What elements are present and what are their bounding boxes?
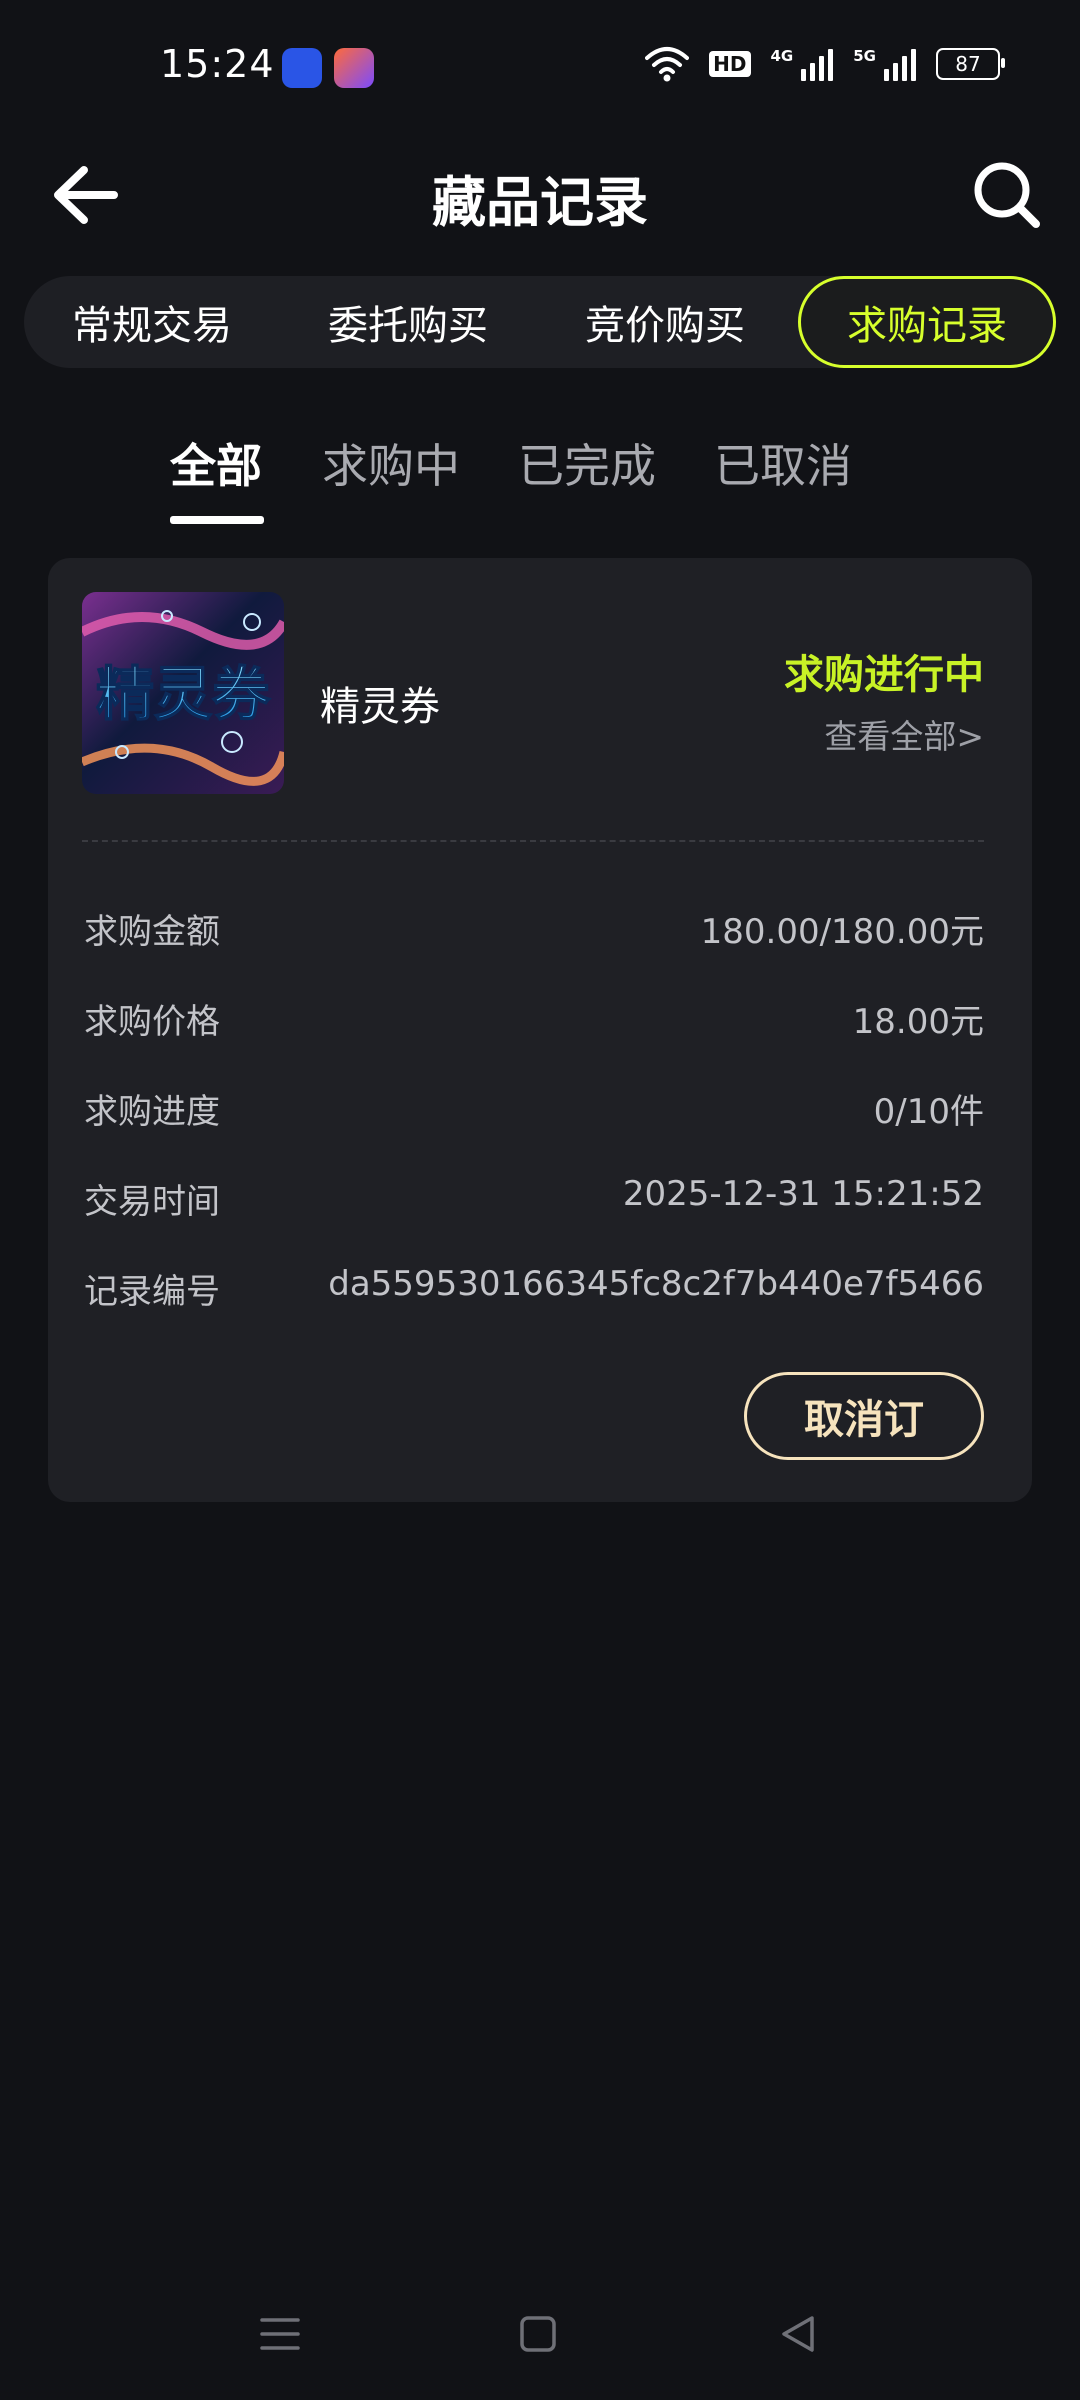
thumbnail-title-text: 精灵券: [96, 660, 271, 728]
page-title: 藏品记录: [432, 171, 648, 234]
field-value: 0/10件: [873, 1092, 984, 1132]
dashed-divider: [82, 840, 984, 842]
search-icon: [974, 162, 1040, 228]
header: 藏品记录: [0, 140, 1080, 250]
field-row-price: 求购价格 18.00元: [84, 994, 984, 1044]
field-row-record-id: 记录编号 da559530166345fc8c2f7b440e7f5466: [84, 1264, 984, 1314]
view-all-link[interactable]: 查看全部>: [824, 710, 984, 758]
field-label: 求购价格: [84, 1002, 220, 1042]
home-square-icon: [520, 2316, 556, 2352]
field-label: 求购进度: [84, 1092, 220, 1132]
signal-4g-icon: 4G: [771, 47, 834, 81]
menu-icon: [260, 2318, 300, 2350]
field-label: 记录编号: [84, 1272, 220, 1312]
signal-5g-icon: 5G: [853, 47, 916, 81]
subtab-completed[interactable]: 已完成: [518, 430, 656, 496]
status-icons: HD 4G 5G 87: [645, 46, 1005, 82]
sub-tabs: 全部 求购中 已完成 已取消: [0, 430, 1080, 530]
subtab-in-progress[interactable]: 求购中: [322, 430, 460, 496]
tab-regular-trade[interactable]: 常规交易: [24, 276, 280, 368]
field-value: 2025-12-31 15:21:52: [622, 1174, 984, 1214]
field-value: 18.00元: [852, 1002, 984, 1042]
status-badge: 求购进行中: [784, 652, 984, 698]
field-value: 180.00/180.00元: [700, 912, 984, 952]
field-row-amount: 求购金额 180.00/180.00元: [84, 904, 984, 954]
field-value: da559530166345fc8c2f7b440e7f5466: [328, 1264, 984, 1304]
shortcut-app-icon: [334, 48, 374, 88]
tab-entrusted-purchase[interactable]: 委托购买: [280, 276, 536, 368]
main-tabs: 常规交易 委托购买 竞价购买 求购记录: [24, 276, 1056, 368]
subtab-cancelled[interactable]: 已取消: [714, 430, 852, 496]
hd-icon: HD: [709, 51, 751, 77]
battery-level: 87: [955, 52, 981, 76]
field-row-progress: 求购进度 0/10件: [84, 1084, 984, 1134]
nav-home-button[interactable]: [508, 2304, 568, 2364]
purchase-record-card[interactable]: 精灵券 精灵券 求购进行中 查看全部> 求购金额 180.00/180.00元 …: [48, 558, 1032, 1502]
signal-5g-label: 5G: [853, 47, 876, 65]
tab-purchase-request-records[interactable]: 求购记录: [798, 276, 1056, 368]
product-thumbnail[interactable]: 精灵券: [82, 592, 284, 794]
product-name: 精灵券: [320, 684, 440, 730]
status-bar: 15:24 HD 4G 5G 87: [0, 0, 1080, 140]
subtab-active-indicator: [170, 516, 264, 524]
field-label: 求购金额: [84, 912, 220, 952]
search-button[interactable]: [972, 160, 1042, 230]
status-time: 15:24: [160, 42, 275, 86]
back-triangle-icon: [782, 2316, 814, 2352]
signal-4g-label: 4G: [770, 47, 794, 65]
wifi-icon: [645, 47, 690, 82]
nav-menu-button[interactable]: [250, 2304, 310, 2364]
system-nav-bar: [0, 2290, 1080, 2380]
nav-back-button[interactable]: [768, 2304, 828, 2364]
subtab-all[interactable]: 全部: [170, 430, 262, 496]
baidu-app-icon: [282, 48, 322, 88]
field-label: 交易时间: [84, 1182, 220, 1222]
battery-icon: 87: [936, 48, 1005, 80]
cancel-order-button[interactable]: 取消订: [744, 1372, 984, 1460]
field-row-time: 交易时间 2025-12-31 15:21:52: [84, 1174, 984, 1224]
tab-bidding-purchase[interactable]: 竞价购买: [536, 276, 794, 368]
